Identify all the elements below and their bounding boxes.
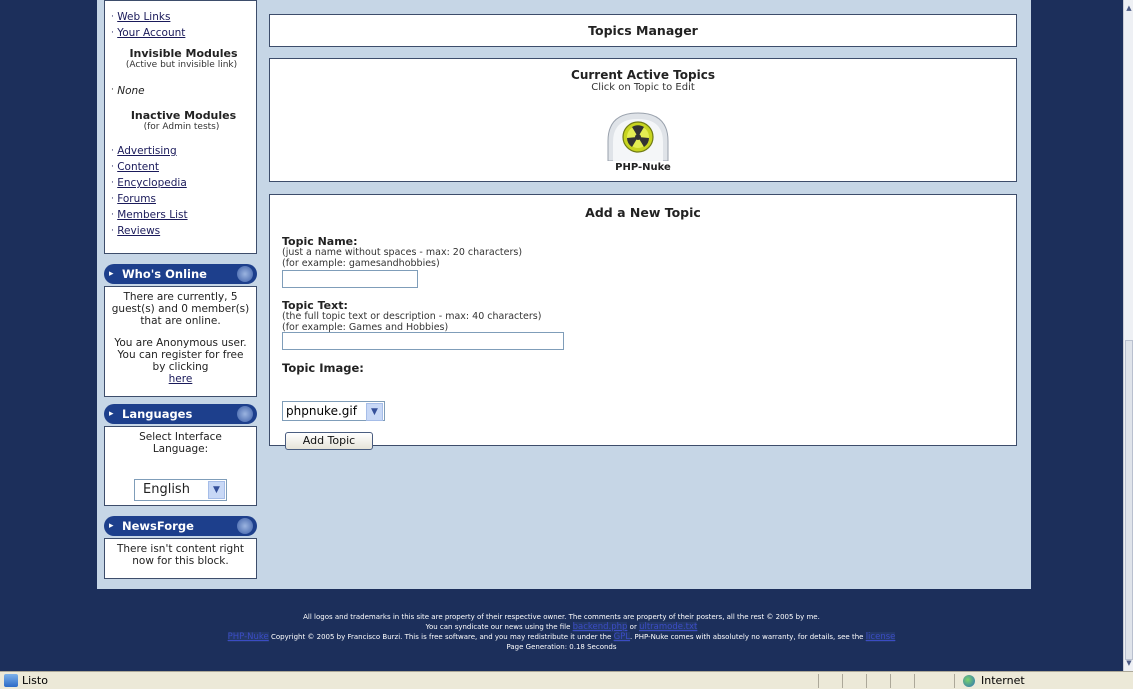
ultramode-link[interactable]: ultramode.txt [639, 622, 698, 632]
block-arrow-icon: ▸ [109, 269, 114, 279]
page-footer: All logos and trademarks in this site ar… [227, 613, 896, 651]
scrollbar-thumb[interactable] [1125, 340, 1133, 660]
phpnuke-link[interactable]: PHP-Nuke [227, 632, 269, 642]
topics-manager-title: Topics Manager [588, 23, 698, 38]
browser-viewport: · Web Links · Your Account Invisible Mod… [0, 0, 1123, 671]
browser-statusbar: Listo Internet [0, 671, 1133, 689]
newsforge-body: There isn't content right now for this b… [104, 538, 257, 579]
add-topic-panel: Add a New Topic Topic Name: (just a name… [269, 194, 1017, 450]
scroll-up-icon[interactable]: ▲ [1125, 2, 1133, 14]
nav-link-encyclopedia[interactable]: · Encyclopedia [111, 175, 256, 191]
whos-online-body: There are currently, 5 guest(s) and 0 me… [104, 286, 257, 397]
invisible-none: · None [111, 85, 145, 97]
topic-name-input[interactable] [282, 270, 418, 288]
nav-link-advertising[interactable]: · Advertising [111, 143, 256, 159]
internet-globe-icon [963, 675, 975, 687]
active-topics-panel: Current Active Topics Click on Topic to … [269, 58, 1017, 182]
languages-title: ▸ Languages [104, 404, 257, 424]
invisible-modules-sub: (Active but invisible link) [125, 60, 238, 70]
topic-name-hint: (just a name without spaces - max: 20 ch… [282, 247, 523, 269]
invisible-modules-heading: Invisible Modules [129, 47, 238, 60]
nav-link-content[interactable]: · Content [111, 159, 256, 175]
block-arrow-icon: ▸ [109, 409, 114, 419]
register-here-link[interactable]: here [169, 373, 193, 385]
page-icon [4, 674, 18, 687]
topic-image-select[interactable]: phpnuke.gif ▼ [282, 401, 385, 421]
add-topic-button[interactable]: Add Topic [285, 432, 373, 450]
block-deco-icon [237, 266, 253, 282]
page-container: · Web Links · Your Account Invisible Mod… [97, 0, 1031, 589]
vertical-scrollbar[interactable]: ▲ ▼ [1123, 0, 1133, 671]
topics-manager-panel: Topics Manager [269, 14, 1017, 47]
topic-text-input[interactable] [282, 332, 564, 350]
newsforge-title: ▸ NewsForge [104, 516, 257, 536]
security-zone: Internet [981, 674, 1025, 687]
topic-text-hint: (the full topic text or description - ma… [282, 311, 542, 333]
language-select[interactable]: English ▼ [134, 479, 227, 501]
chevron-down-icon: ▼ [208, 481, 225, 499]
modules-block: · Web Links · Your Account Invisible Mod… [104, 0, 257, 254]
chevron-down-icon: ▼ [366, 403, 383, 421]
block-deco-icon [237, 406, 253, 422]
nav-link-forums[interactable]: · Forums [111, 191, 256, 207]
block-arrow-icon: ▸ [109, 521, 114, 531]
gpl-link[interactable]: GPL [613, 632, 631, 642]
active-topics-title: Current Active Topics [571, 68, 715, 82]
topic-image-label: Topic Image: [282, 361, 364, 375]
nav-link-reviews[interactable]: · Reviews [111, 223, 256, 239]
nav-link-your-account[interactable]: · Your Account [111, 25, 256, 41]
whos-online-title: ▸ Who's Online [104, 264, 257, 284]
active-topics-subtitle: Click on Topic to Edit [591, 82, 695, 93]
backend-php-link[interactable]: backend.php [572, 622, 628, 632]
inactive-modules-heading: Inactive Modules [130, 109, 237, 122]
add-topic-title: Add a New Topic [585, 205, 701, 220]
inactive-modules-sub: (for Admin tests) [143, 122, 220, 132]
topic-phpnuke-label[interactable]: PHP-Nuke [270, 162, 1016, 173]
nav-link-web-links[interactable]: · Web Links [111, 9, 256, 25]
status-text: Listo [22, 674, 48, 687]
nav-link-members-list[interactable]: · Members List [111, 207, 256, 223]
scroll-down-icon[interactable]: ▼ [1125, 657, 1133, 669]
block-deco-icon [237, 518, 253, 534]
left-column: · Web Links · Your Account Invisible Mod… [104, 0, 257, 254]
languages-body: Select Interface Language: English ▼ [104, 426, 257, 506]
phpnuke-topic-icon[interactable] [604, 111, 672, 161]
license-link[interactable]: license [865, 632, 896, 642]
